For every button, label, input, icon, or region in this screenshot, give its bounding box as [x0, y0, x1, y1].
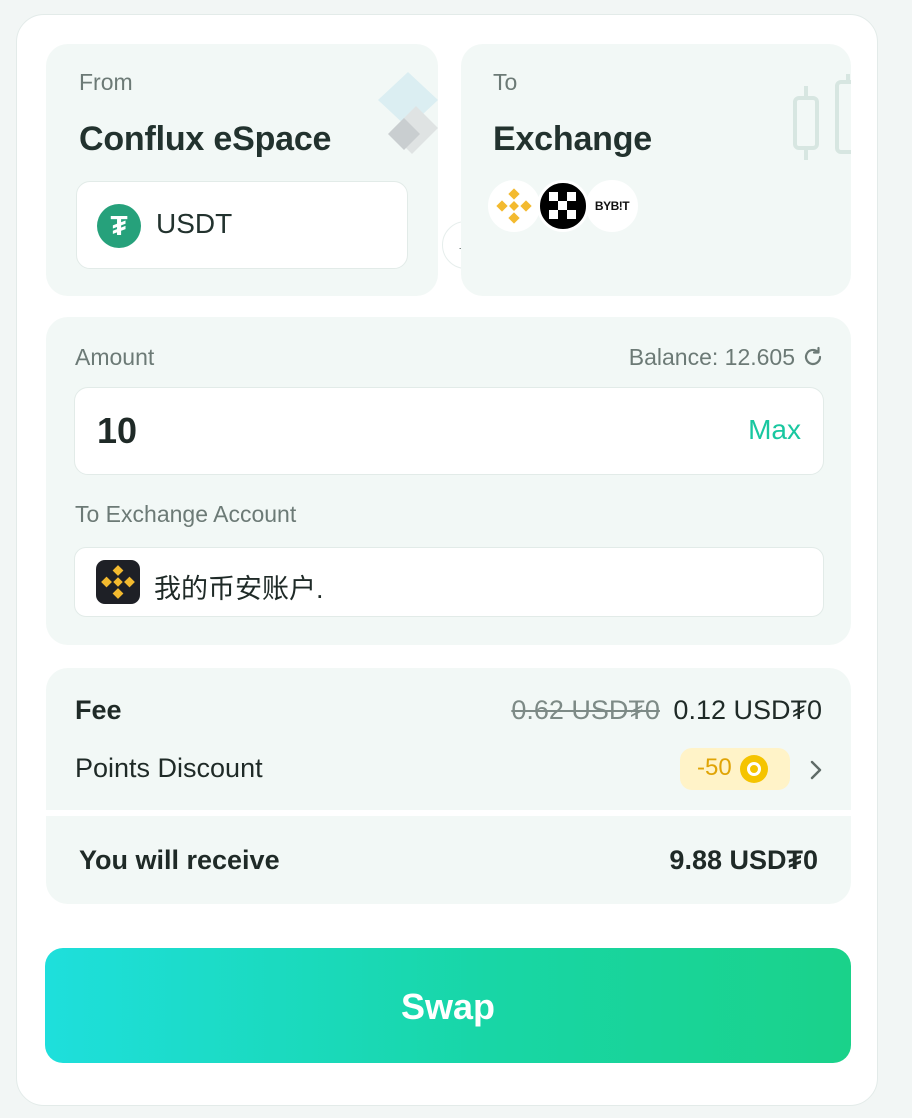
receive-value: 9.88 USD₮0 — [669, 845, 818, 875]
from-label: From — [79, 69, 133, 95]
token-selector[interactable]: ₮ USDT — [76, 181, 408, 269]
amount-panel: Amount Balance: 12.605 10 Max To Exchang… — [46, 317, 851, 645]
amount-label: Amount — [75, 344, 155, 370]
points-coin-icon — [740, 755, 768, 783]
binance-account-icon — [96, 560, 140, 604]
amount-input[interactable]: 10 Max — [74, 387, 824, 475]
refresh-icon[interactable] — [801, 345, 825, 369]
points-discount-label: Points Discount — [75, 753, 263, 783]
amount-value: 10 — [97, 410, 138, 451]
tether-icon: ₮ — [97, 204, 141, 248]
okx-icon — [537, 180, 589, 232]
fee-discounted: 0.12 USD₮0 — [673, 695, 822, 725]
swap-card: From Conflux eSpace ₮ USDT → To Exchange — [16, 14, 878, 1106]
from-panel: From Conflux eSpace ₮ USDT — [46, 44, 438, 296]
fee-values: 0.62 USD₮0 0.12 USD₮0 — [511, 695, 822, 726]
swap-button[interactable]: Swap — [45, 948, 851, 1063]
fee-divider — [46, 810, 851, 816]
chart-watermark-icon — [793, 74, 851, 160]
binance-icon — [488, 180, 540, 232]
fee-label: Fee — [75, 695, 122, 725]
bybit-icon: BYB!T — [586, 180, 638, 232]
conflux-watermark-icon — [378, 72, 438, 154]
exchange-account-name: 我的币安账户. — [154, 574, 324, 604]
fee-panel: Fee 0.62 USD₮0 0.12 USD₮0 Points Discoun… — [46, 668, 851, 904]
to-destination: Exchange — [493, 120, 653, 158]
to-label: To — [493, 69, 518, 95]
points-value: -50 — [697, 754, 732, 781]
to-panel[interactable]: To Exchange BYB!T — [461, 44, 851, 296]
bybit-logo-text: BYB!T — [594, 199, 630, 213]
balance-text: Balance: 12.605 — [628, 344, 795, 370]
fee-original: 0.62 USD₮0 — [511, 695, 660, 725]
max-button[interactable]: Max — [748, 414, 801, 446]
exchange-account-selector[interactable]: 我的币安账户. — [74, 547, 824, 617]
chevron-right-icon[interactable] — [808, 758, 824, 782]
points-discount-badge[interactable]: -50 — [680, 748, 790, 790]
from-network: Conflux eSpace — [79, 120, 332, 158]
exchange-account-label: To Exchange Account — [75, 501, 297, 527]
receive-label: You will receive — [79, 845, 280, 875]
token-name: USDT — [156, 208, 233, 239]
